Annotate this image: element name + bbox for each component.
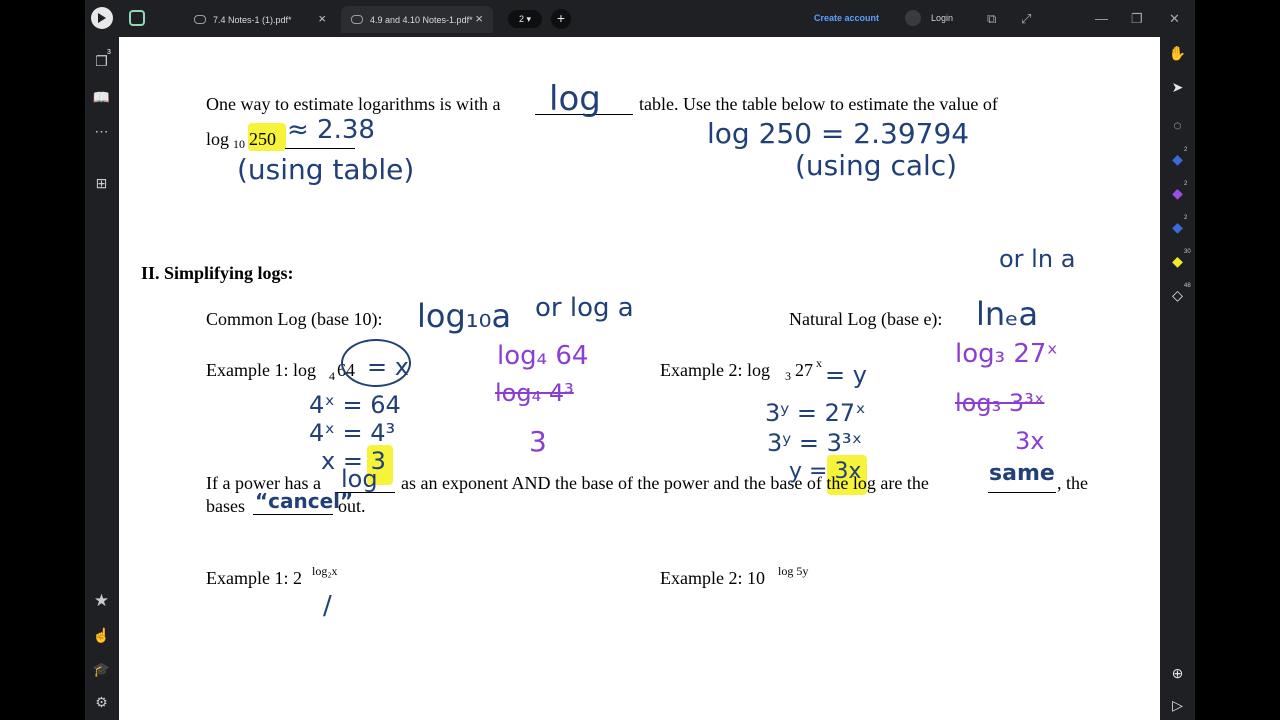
hw-same: same (989, 461, 1055, 486)
cloud-sync-icon[interactable] (129, 10, 145, 26)
blank-line (988, 492, 1056, 493)
example-2-value: 27 (795, 360, 813, 380)
left-sidebar: ❐ 3 📖 ⋯ ⊞ ★ ☝ 🎓 ⚙ (85, 37, 118, 720)
hw-log10-a: log₁₀a (417, 297, 512, 335)
hw-step-5: 3ʸ = 3³ˣ (767, 429, 863, 457)
blank-line (253, 514, 333, 515)
hw-using-table: (using table) (237, 153, 415, 186)
intro-text-2: table. Use the table below to estimate t… (639, 94, 998, 114)
more-icon[interactable]: ⋯ (85, 123, 118, 140)
example-3-label: Example 1: 2 (206, 568, 302, 588)
hw-log: log (549, 79, 601, 119)
close-tab-icon[interactable]: × (475, 11, 483, 26)
eraser-size: 48 (1184, 283, 1191, 289)
hw-using-calc: (using calc) (795, 149, 958, 182)
restore-icon[interactable]: ❐ (1131, 11, 1143, 27)
select-arrow-icon[interactable]: ➤ (1160, 79, 1195, 96)
tab-7-4-notes[interactable]: 7.4 Notes-1 (1).pdf* × (184, 6, 336, 33)
natural-log-label: Natural Log (base e): (789, 309, 943, 329)
blank-line (285, 148, 355, 149)
highlighter-icon[interactable]: ◆ (1160, 253, 1195, 270)
close-window-icon[interactable]: ✕ (1169, 11, 1180, 27)
hw-or-ln-a: or ln a (999, 245, 1076, 273)
tab-label: 7.4 Notes-1 (1).pdf* (213, 14, 292, 25)
pen-size: 2 (1184, 147, 1188, 153)
minimize-icon[interactable]: — (1095, 11, 1108, 26)
hw-answer: / (323, 591, 332, 621)
document-page[interactable]: One way to estimate logarithms is with a… (119, 37, 1160, 720)
section-title: II. Simplifying logs: (141, 263, 294, 283)
common-log-label: Common Log (base 10): (206, 309, 383, 329)
lasso-icon[interactable]: ◌ (1160, 117, 1195, 133)
rule-text-3: , the (1057, 473, 1088, 493)
book-icon[interactable]: 📖 (85, 89, 118, 106)
cloud-icon (351, 15, 363, 24)
intro-text: One way to estimate logarithms is with a (206, 94, 501, 114)
user-icon[interactable] (905, 10, 921, 26)
right-toolbar: ✋ ➤ ◌ ◆ 2 ◆ 2 ◆ 2 ◆ 30 ◇ 48 ⊕ ▷ (1160, 37, 1195, 720)
example-3-sup: log₂x (312, 564, 338, 578)
star-icon[interactable]: ★ (85, 591, 118, 611)
pages-badge: 3 (107, 49, 111, 56)
tab-label: 4.9 and 4.10 Notes-1.pdf* (370, 14, 473, 25)
hw-step-6: y = 3x (789, 459, 862, 484)
tab-count-value: 2 (518, 14, 524, 24)
example-4-sup: log 5y (778, 564, 809, 578)
pages-icon[interactable]: ❐ (85, 53, 118, 70)
hw-step-2: 4ˣ = 4³ (309, 419, 396, 447)
log-prefix: log (206, 129, 230, 149)
pen-blue-icon[interactable]: ◆ (1160, 151, 1195, 168)
cloud-icon (194, 15, 206, 24)
pen-purple-icon[interactable]: ◆ (1160, 185, 1195, 202)
hw-purple-3: 3 (529, 425, 547, 458)
hw-cancel: “cancel” (255, 489, 354, 513)
log-subscript: 10 (233, 137, 245, 151)
gesture-icon[interactable]: ☝ (85, 627, 118, 644)
example-4-label: Example 2: 10 (660, 568, 765, 588)
hw-purple-2: log₄ 4³ (495, 379, 574, 407)
hw-eq-x: = x (367, 353, 409, 381)
example-2-sub: 3 (785, 369, 791, 383)
example-2-label: Example 2: log (660, 360, 770, 380)
eraser-icon[interactable]: ◇ (1160, 287, 1195, 304)
learn-icon[interactable]: 🎓 (85, 661, 118, 678)
highlighter-size: 30 (1184, 249, 1191, 255)
hw-approx: ≈ 2.38 (287, 115, 375, 145)
expand-icon[interactable]: ⤢ (1021, 11, 1031, 27)
add-tool-icon[interactable]: ⊕ (1160, 665, 1195, 682)
hw-purple-4: log₃ 27ˣ (955, 339, 1058, 369)
tab-count-dropdown[interactable]: 2 ▾ (508, 10, 542, 28)
hw-purple-1: log₄ 64 (497, 341, 589, 371)
rule-text-4: bases (206, 496, 245, 516)
hw-purple-6: 3x (1015, 427, 1045, 455)
hw-or-log-a: or log a (535, 293, 634, 323)
hw-step-1: 4ˣ = 64 (309, 391, 401, 419)
close-tab-icon[interactable]: × (318, 11, 326, 26)
create-account-link[interactable]: Create account (814, 13, 879, 23)
app-logo-icon[interactable] (91, 7, 113, 29)
example-1-label: Example 1: log (206, 360, 316, 380)
tab-4-9-notes[interactable]: 4.9 and 4.10 Notes-1.pdf* × (341, 6, 493, 33)
pen-size: 2 (1184, 215, 1188, 221)
title-bar: 7.4 Notes-1 (1).pdf* × 4.9 and 4.10 Note… (85, 0, 1195, 37)
add-page-icon[interactable]: ⊞ (85, 175, 118, 192)
hw-ln-e-a: lnₑa (976, 295, 1039, 333)
play-icon[interactable]: ▷ (1160, 697, 1195, 714)
pen-size: 2 (1184, 181, 1188, 187)
pen-blue-2-icon[interactable]: ◆ (1160, 219, 1195, 236)
hw-purple-5: log₃ 3³ˣ (955, 389, 1045, 417)
settings-gear-icon[interactable]: ⚙ (85, 694, 118, 711)
new-tab-button[interactable]: + (551, 9, 571, 29)
hw-step-4: 3ʸ = 27ˣ (765, 399, 866, 427)
share-screen-icon[interactable]: ⧉ (987, 11, 996, 27)
hand-tool-icon[interactable]: ✋ (1160, 45, 1195, 62)
log-value: 250 (249, 129, 276, 149)
login-link[interactable]: Login (931, 13, 953, 23)
hw-calc-line: log 250 = 2.39794 (707, 117, 970, 150)
hw-eq-y: = y (825, 361, 867, 389)
example-1-sub: 4 (329, 369, 335, 383)
example-2-sup: x (816, 356, 822, 370)
